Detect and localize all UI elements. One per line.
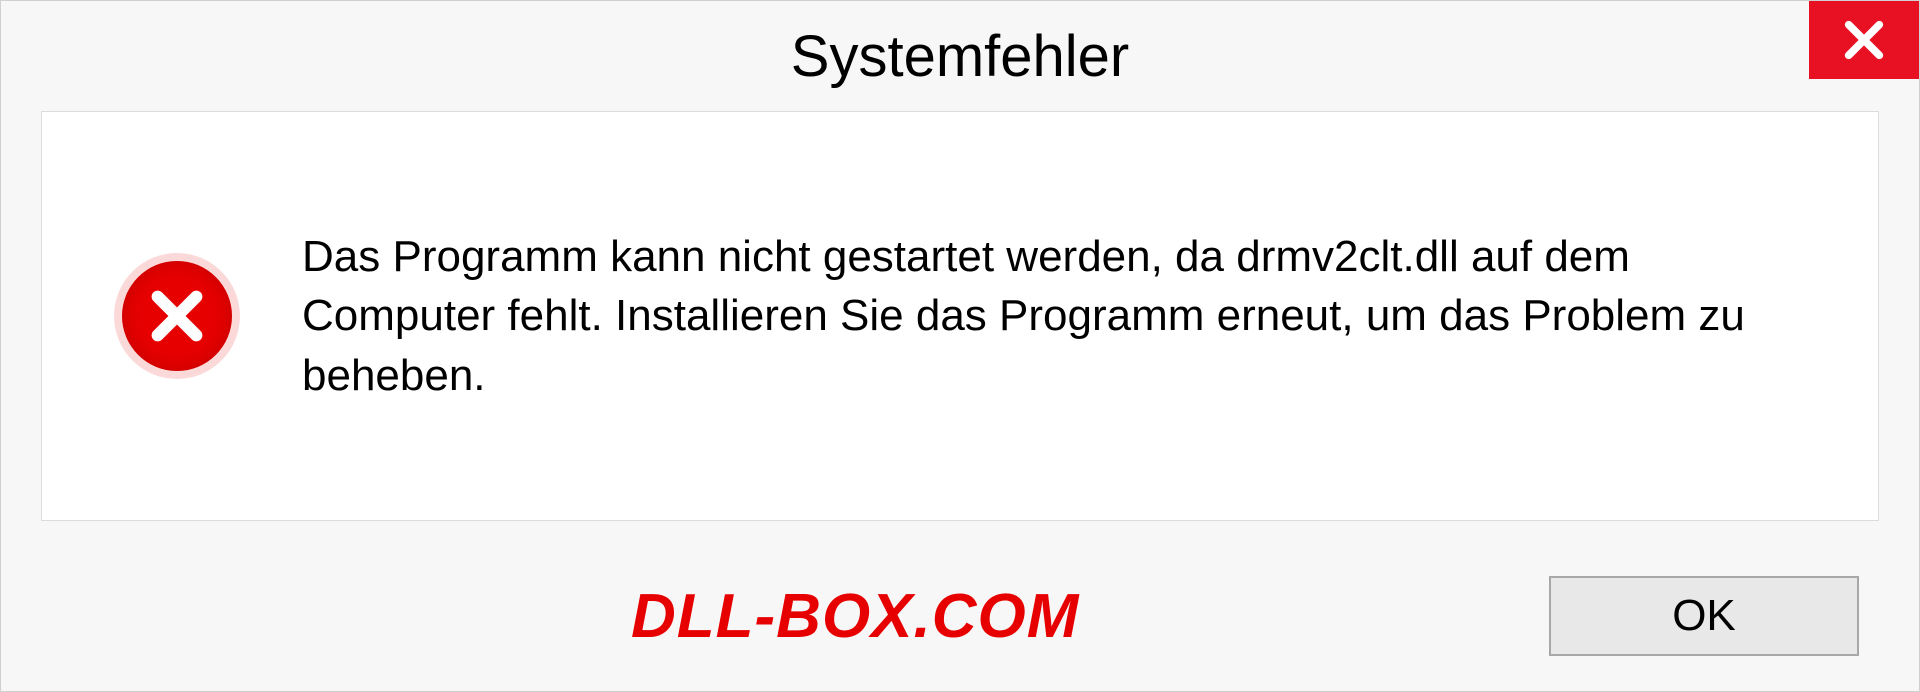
dialog-title: Systemfehler bbox=[791, 23, 1129, 90]
ok-button[interactable]: OK bbox=[1549, 576, 1859, 656]
error-dialog: Systemfehler Das Programm kann nicht ges… bbox=[0, 0, 1920, 692]
content-panel: Das Programm kann nicht gestartet werden… bbox=[41, 111, 1879, 521]
dialog-footer: DLL-BOX.COM OK bbox=[1, 541, 1919, 691]
watermark-text: DLL-BOX.COM bbox=[631, 581, 1079, 652]
close-button[interactable] bbox=[1809, 1, 1919, 79]
close-icon bbox=[1841, 17, 1887, 63]
error-message: Das Programm kann nicht gestartet werden… bbox=[302, 227, 1818, 405]
error-icon bbox=[122, 261, 232, 371]
titlebar: Systemfehler bbox=[1, 1, 1919, 111]
